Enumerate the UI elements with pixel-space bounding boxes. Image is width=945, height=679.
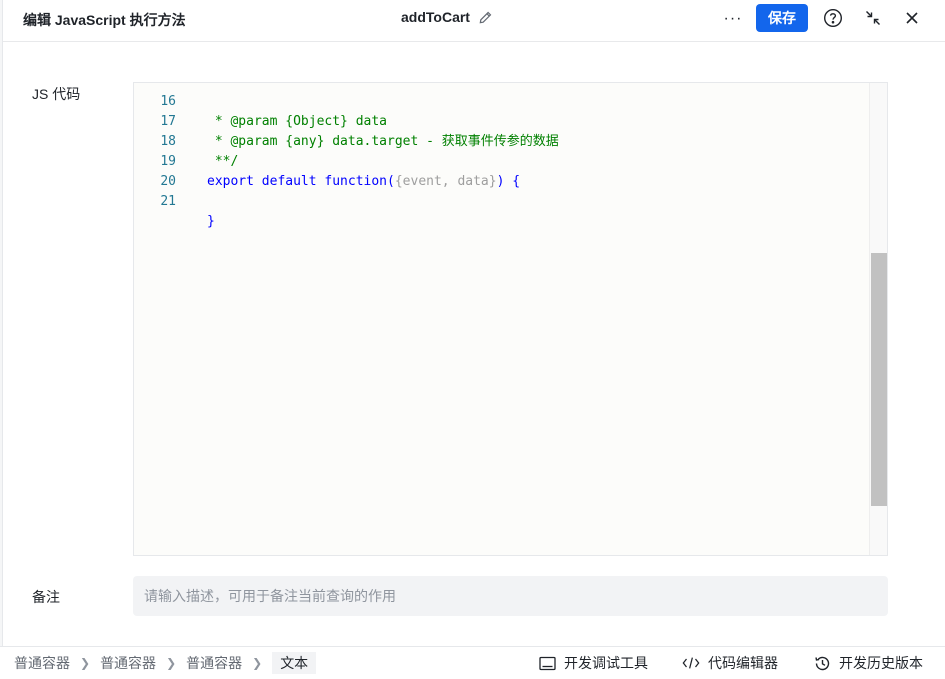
code-line: 21 } — [160, 194, 215, 229]
history-icon — [813, 654, 831, 672]
devtools-label: 开发调试工具 — [564, 655, 648, 671]
breadcrumb-item[interactable]: 普通容器 — [186, 653, 242, 673]
code-line: 17 * @param {any} data.target - 获取事件传参的数… — [160, 114, 559, 149]
close-icon[interactable] — [901, 7, 923, 29]
remark-label: 备注 — [32, 589, 60, 605]
devtools-button[interactable]: 开发调试工具 — [538, 647, 648, 679]
chevron-right-icon: ❯ — [252, 656, 263, 670]
more-button[interactable]: ··· — [720, 6, 746, 32]
remark-input[interactable]: 请输入描述，可用于备注当前查询的作用 — [133, 576, 888, 616]
pencil-icon[interactable] — [478, 9, 494, 25]
dialog-title: 编辑 JavaScript 执行方法 — [23, 12, 186, 28]
code-line: 19 export default function({event, data}… — [160, 154, 521, 189]
js-code-label: JS 代码 — [32, 86, 81, 102]
breadcrumb-item[interactable]: 普通容器 — [100, 653, 156, 673]
code-editor[interactable]: 16 * @param {Object} data 17 * @param {a… — [133, 82, 888, 556]
save-button[interactable]: 保存 — [756, 4, 808, 32]
code-line: 16 * @param {Object} data — [160, 94, 388, 129]
history-button[interactable]: 开发历史版本 — [813, 647, 923, 679]
code-line: 18 **/ — [160, 134, 239, 169]
code-editor-button[interactable]: 代码编辑器 — [682, 647, 778, 679]
collapse-icon[interactable] — [862, 7, 884, 29]
dialog-header: 编辑 JavaScript 执行方法 addToCart ··· 保存 — [3, 0, 945, 42]
editor-scrollbar[interactable] — [869, 83, 887, 555]
left-edge-panel — [0, 0, 3, 646]
chevron-right-icon: ❯ — [80, 656, 91, 670]
method-name: addToCart — [401, 9, 470, 25]
chevron-right-icon: ❯ — [166, 656, 177, 670]
code-line: 20 — [160, 174, 176, 189]
breadcrumb-item[interactable]: 普通容器 — [14, 653, 70, 673]
panel-icon — [538, 654, 556, 672]
status-bar: 普通容器 ❯ 普通容器 ❯ 普通容器 ❯ 文本 开发调试工具 代码编辑器 开发历… — [0, 646, 945, 679]
breadcrumb-item-current[interactable]: 文本 — [272, 652, 317, 674]
scrollbar-thumb[interactable] — [871, 253, 887, 506]
code-editor-label: 代码编辑器 — [708, 655, 778, 671]
code-lines: 16 * @param {Object} data 17 * @param {a… — [134, 83, 559, 229]
code-icon — [682, 654, 700, 672]
method-name-group: addToCart — [401, 9, 494, 25]
history-label: 开发历史版本 — [839, 655, 923, 671]
help-icon[interactable] — [822, 7, 844, 29]
breadcrumb: 普通容器 ❯ 普通容器 ❯ 普通容器 ❯ 文本 — [0, 647, 317, 679]
